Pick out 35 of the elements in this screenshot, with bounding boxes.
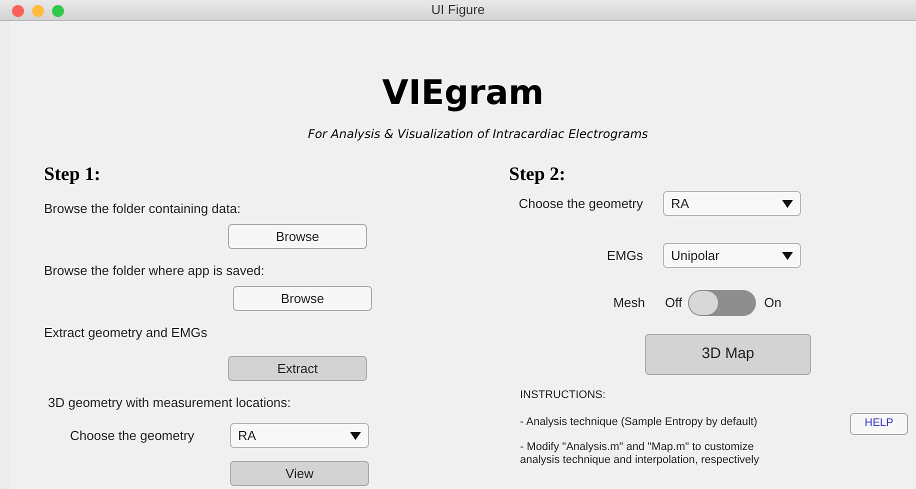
button[interactable]: Extract [228,356,367,381]
instruction-text: - Analysis technique (Sample Entropy by default) [520,416,758,428]
instruction-text: - Modify "Analysis.m" and "Map.m" to customize analysis technique and interpolation, respectively [520,440,760,466]
step-label: Extract geometry and EMGs [44,325,208,341]
dropdown[interactable]: Unipolar [663,243,801,268]
zoom-button[interactable] [52,5,64,17]
dropdown[interactable]: RA [230,423,369,448]
caret-icon [782,200,793,208]
subtitle: For Analysis & Visualization of Intracardiac Electrograms [308,126,648,143]
step-heading: Step 2: [509,163,566,187]
caret-icon [350,432,361,440]
field-label: Mesh [612,294,646,312]
switch-knob [689,291,718,315]
button[interactable]: Browse [233,286,372,311]
switch-label: On [764,294,782,312]
instructions-heading: INSTRUCTIONS: [520,388,607,403]
step-label: Browse the folder containing data: [44,201,242,217]
button[interactable]: View [230,461,369,486]
field-label: Choose the geometry [69,426,196,445]
step-label: Browse the folder where app is saved: [44,263,266,279]
button[interactable]: Browse [228,224,367,249]
help-button[interactable]: HELP [850,412,908,434]
button[interactable]: 3D Map [645,334,811,375]
minimize-button[interactable] [32,5,44,17]
field-label: Choose the geometry [518,194,644,213]
dropdown[interactable]: RA [663,191,801,216]
field-label: EMGs [606,246,644,265]
window-title: UI Figure [431,1,485,20]
toggle-switch[interactable] [688,290,756,316]
step-label: 3D geometry with measurement locations: [48,395,292,411]
close-button[interactable] [12,5,24,17]
switch-label: Off [665,294,682,312]
caret-icon [782,252,793,260]
step-heading: Step 1: [44,163,102,187]
app-title: VIEgram [382,72,544,115]
